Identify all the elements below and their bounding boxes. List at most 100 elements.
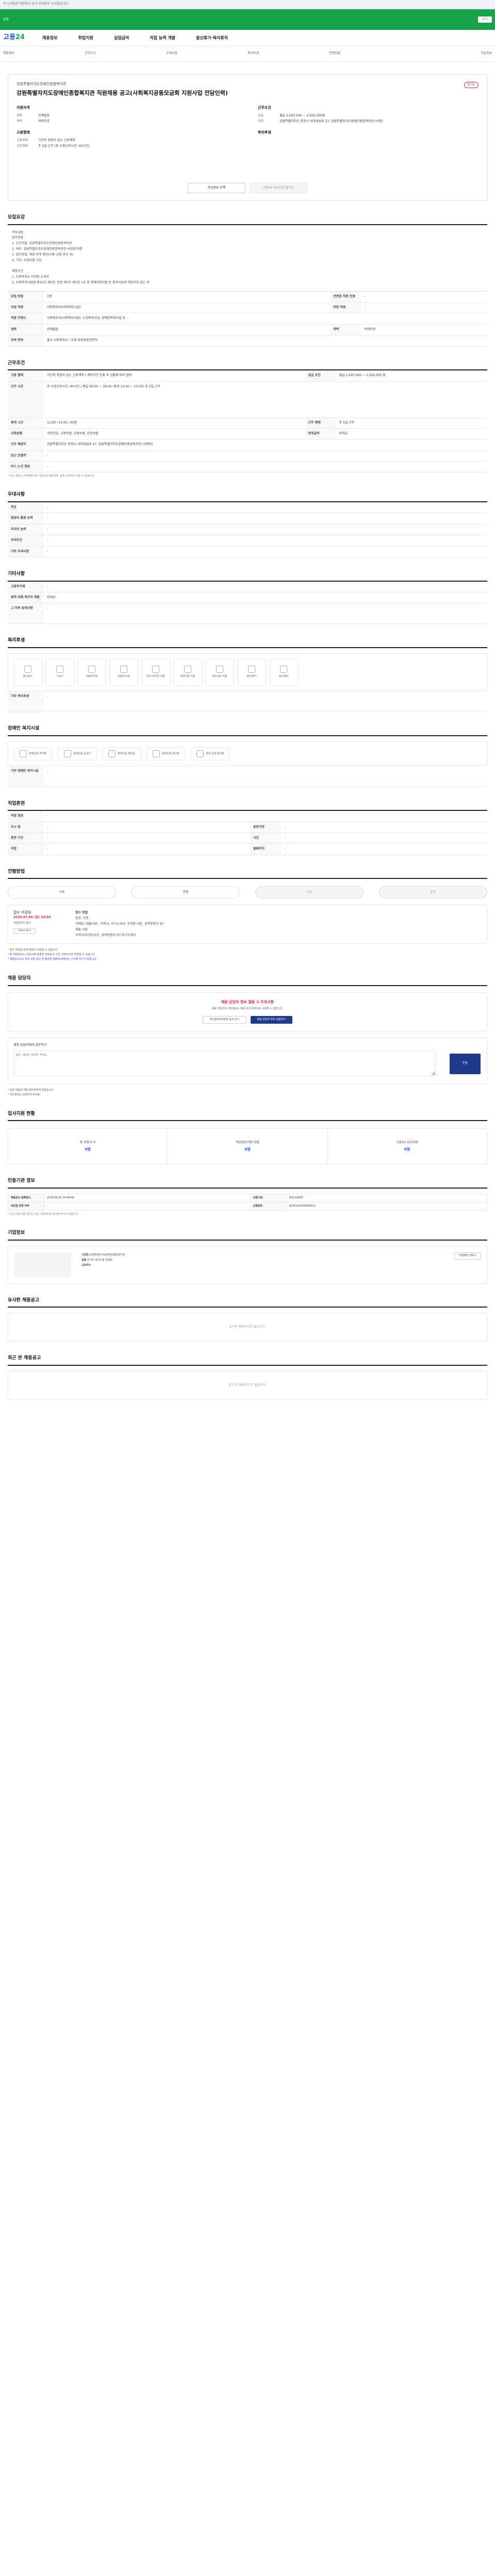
similar-empty: 유사한 채용공고가 없습니다. (8, 1313, 487, 1342)
bus-icon (24, 666, 31, 673)
kv-key: 임금 (258, 114, 264, 118)
book-icon (120, 666, 127, 673)
privacy-agree-button[interactable]: 개인정보처리방침 동의 보기 (203, 1015, 246, 1024)
table-row: 기타 우대사항 - (8, 546, 487, 558)
question-submit-button[interactable]: 전송 (450, 1053, 481, 1074)
recent-empty: 최근 본 채용공고가 없습니다. (8, 1370, 487, 1400)
training-table: 과정 명칭 - 주소 명 - 훈련기관 - 훈련 기간 - 시간 - 과정 - 홈페이지 - (8, 811, 487, 855)
car-icon (88, 666, 95, 673)
table-row: 모집 직종 사회복지사(사회복지시설) 관련 직종 - (8, 302, 487, 314)
resume-form-button[interactable]: 이력서 양식 (13, 928, 36, 934)
method-text: 방문, 우편 이메일 (제출서류 : 이력서, 자기소개서, 자격증 사본, 경… (75, 917, 164, 937)
question-title: 채용 담당자에게 질문하기 (13, 1043, 47, 1047)
summary-text: 직무내용 업무분장 1. 신규직원: 강원특별자치도장애인종합복지관 2. 세부… (8, 225, 487, 292)
question-input[interactable] (13, 1050, 436, 1077)
disab-item: 점자 안내 표지판 (191, 747, 230, 761)
tab-welfare[interactable]: 복리후생 (248, 52, 329, 56)
tab-jobs[interactable]: 채용정보 (3, 52, 85, 56)
recent-section: 최근 본 채용공고 최근 본 채용공고가 없습니다. (8, 1355, 487, 1400)
benefit-item: 경조사비 지원 (205, 658, 234, 686)
kv-key: 지역 (258, 120, 264, 124)
table-row: 기타 복리후생 - (8, 691, 487, 713)
work-note: * 지도 정보는 근무예정지를 기준으로 제공되며, 실제 근무지와 다를 수 … (8, 474, 95, 478)
step-select: 선발 (255, 886, 364, 899)
table-row: 휴게 시간 12:00~13:00 / 60분 근무 형태 주 5일 근무 (8, 417, 487, 429)
table-row: 과정 명칭 - (8, 811, 487, 822)
warning-item: * 본 채용정보는 고용24에 등록된 정보로서 기업 사정에 따라 변경될 수… (8, 953, 96, 957)
site-logo[interactable]: 고용24 (3, 33, 25, 42)
disab-icons: 장애인용 주차장 장애인용 승강기 장애인용 화장실 장애인용 경사로 점자 안… (8, 741, 487, 767)
benefit-item: 육아휴직 (269, 658, 298, 686)
tab-conditions[interactable]: 근무조건 (85, 52, 166, 56)
tab-process[interactable]: 전형방법 (329, 52, 410, 56)
company-name[interactable]: 강원특별자치도장애인종합복지관 (16, 82, 478, 87)
privacy-box: 채용 담당자 정보 열람 시 주의사항 채용 담당자의 개인정보는 채용 외의 … (8, 992, 487, 1031)
table-row: 병역 대체 복무자 채용 비대상 (8, 592, 487, 604)
section-title: 채용 담당자 (8, 975, 487, 986)
contact-section: 채용 담당자 채용 담당자 정보 열람 시 주의사항 채용 담당자의 개인정보는… (8, 975, 487, 1097)
section-title: 장애인 복지시설 (8, 725, 487, 737)
disab-section: 장애인 복지시설 장애인용 주차장 장애인용 승강기 장애인용 화장실 장애인용… (8, 725, 487, 787)
disab-item: 장애인용 화장실 (102, 747, 141, 761)
gov-banner: 이 누리집은 대한민국 공식 전자정부 누리집입니다. (0, 0, 495, 9)
nav-item-leave[interactable]: 출산휴가·육아휴직 (196, 35, 228, 41)
benefit-extra: 기타 복리후생 - (8, 691, 487, 713)
process-steps: 서류 면접 선발 발표 (8, 886, 487, 899)
tab-preference[interactable]: 우대사항 (166, 52, 248, 56)
disab-item: 장애인용 승강기 (58, 747, 97, 761)
cond-title: 근무조건 (258, 106, 271, 110)
privacy-head: 채용 담당자 정보 열람 시 주의사항 (221, 999, 274, 1004)
toilet-icon (108, 750, 116, 758)
table-row: 과정 - 홈페이지 - (8, 843, 487, 855)
question-box: 채용 담당자에게 질문하기 전송 (8, 1037, 487, 1084)
cap-icon (152, 666, 159, 673)
step-document: 서류 (8, 886, 116, 899)
note-item: * 질문 내용은 채용 담당자에게 전달됩니다. (8, 1088, 55, 1092)
section-title: 직업훈련 (8, 801, 487, 811)
elevator-icon (64, 750, 72, 758)
notice-text: 알림 (3, 17, 9, 21)
step-interview: 면접 (131, 886, 240, 899)
table-row: 인근 전철역 - (8, 450, 487, 462)
nav-item-training[interactable]: 직업 능력 개발 (150, 35, 175, 41)
apply-disabled-button: 고용24 입사지원 불가능 (250, 183, 307, 193)
home-icon (56, 666, 63, 673)
tab-company[interactable]: 기업정보 (410, 52, 492, 56)
kv-value: 관계없음 (38, 114, 50, 118)
company-more-button[interactable]: 기업정보 더보기 (454, 1252, 481, 1260)
nav-item-benefit[interactable]: 실업급여 (114, 35, 129, 41)
table-row: 전공 - (8, 502, 487, 514)
section-title: 모집요강 (8, 214, 487, 225)
contact-notes: * 질문 내용은 채용 담당자에게 전달됩니다. * 개인정보는 입력하지 마세… (8, 1088, 487, 1097)
table-row: 버스 노선 정보 - (8, 461, 487, 473)
step-announce: 발표 (379, 886, 487, 899)
dday-badge: D-16 (464, 82, 478, 89)
benefit-item: 차량유지비 (77, 658, 106, 686)
view-contact-button[interactable]: 채용 담당자 정보 열람하기 (250, 1015, 292, 1024)
baby-icon (248, 666, 255, 673)
work-section: 근무조건 고용 형태 기간의 정함이 있는 근로계약 / 계약기간 만료 후 상황… (8, 360, 487, 479)
nav-item-jobs[interactable]: 채용정보 (42, 35, 57, 41)
family-icon (280, 666, 287, 673)
section-title: 전형방법 (8, 869, 487, 879)
table-row: 외국어 능력 - (8, 524, 487, 536)
similar-section: 유사한 채용공고 유사한 채용공고가 없습니다. (8, 1297, 487, 1342)
notice-close-button[interactable]: 닫기 (477, 16, 492, 23)
other-table: 고용허가제 - 병역 대체 복무자 채용 비대상 그 외의 유의사항 - (8, 581, 487, 624)
section-title: 최근 본 채용공고 (8, 1355, 487, 1366)
table-row: 모집 인원 1명 관련된 직종 인원 - (8, 291, 487, 302)
stat-total: 총 지원자 수 0명 (8, 1129, 168, 1164)
stat-online: 고용24 입사지원 0명 (396, 1141, 419, 1151)
interest-button[interactable]: 관심정보 등록 (188, 183, 245, 193)
table-row: 고용 형태 기간의 정함이 있는 근로계약 / 계약기간 만료 후 상황에 따라 … (8, 370, 487, 382)
nav-item-support[interactable]: 취업지원 (78, 35, 93, 41)
disab-extra: 기타 장애인 복지시설 - (8, 766, 487, 787)
summary-table: 모집 인원 1명 관련된 직종 인원 - 모집 직종 사회복지사(사회복지시설) 관련 직… (8, 291, 487, 347)
table-row: 자격 면허 필수 사회복지사 / 우대 자동차운전면허 (8, 335, 487, 347)
process-section: 전형방법 서류 면접 선발 발표 접수 마감일 2025.07.06 (일) 2… (8, 869, 487, 962)
table-row: 근무 시간 주 소정근로시간: 40시간 / 평일 09:00 ~ 18:00 (… (8, 381, 487, 418)
method-label: 접수 방법 (75, 911, 88, 915)
kv-key: 학력 (16, 120, 23, 124)
company-box: 기업명 강원특별자치도장애인종합복지관 업종 비거주 복지시설 운영업 근로자수… (8, 1245, 487, 1284)
kv-value: 주 5일 근무 (주 소정근로시간: 40시간) (38, 144, 90, 148)
